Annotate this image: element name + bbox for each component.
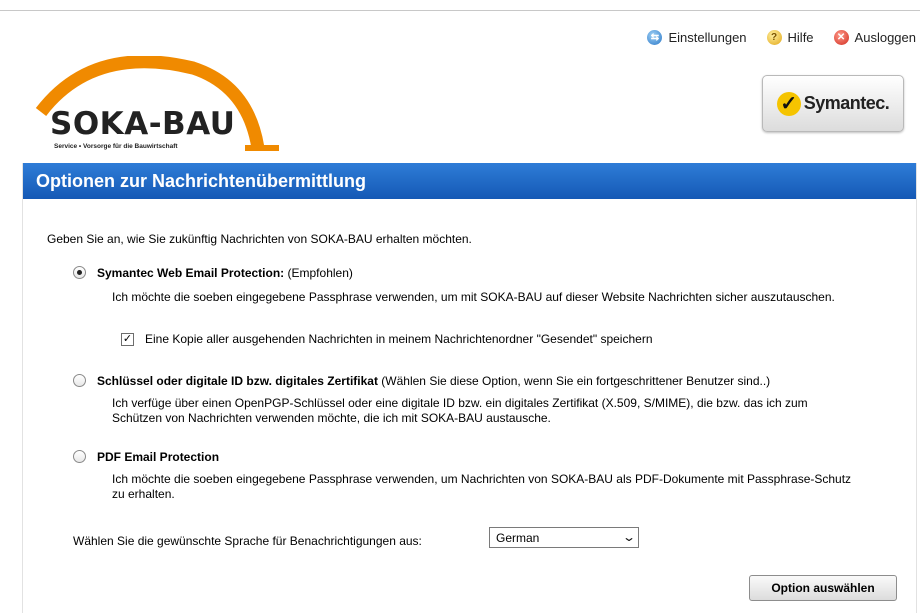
option-description: Ich möchte die soeben eingegebene Passph… — [112, 290, 835, 304]
option-description: Ich möchte die soeben eingegebene Passph… — [112, 472, 852, 501]
option-title: Symantec Web Email Protection: — [97, 266, 285, 280]
language-label: Wählen Sie die gewünschte Sprache für Be… — [73, 534, 422, 548]
option-title: PDF Email Protection — [97, 450, 220, 464]
radio-pdf[interactable] — [73, 450, 86, 463]
logo-tagline: Service • Vorsorge für die Bauwirtschaft — [54, 143, 178, 150]
logout-link[interactable]: ✕ Ausloggen — [833, 30, 916, 45]
soka-bau-logo: SOKA-BAU Service • Vorsorge für die Bauw… — [33, 56, 311, 152]
option-title: Schlüssel oder digitale ID bzw. digitale… — [97, 374, 378, 388]
help-label: Hilfe — [787, 30, 814, 45]
language-value: German — [496, 530, 540, 545]
panel-title: Optionen zur Nachrichtenübermittlung — [23, 163, 916, 199]
symantec-name: Symantec. — [803, 93, 890, 113]
intro-text: Geben Sie an, wie Sie zukünftig Nachrich… — [47, 232, 472, 246]
chevron-down-icon: ⌄ — [621, 530, 637, 544]
radio-web-email[interactable] — [73, 266, 86, 279]
settings-icon: ⇆ — [647, 30, 663, 45]
radio-certificate[interactable] — [73, 374, 86, 387]
settings-label: Einstellungen — [668, 30, 747, 45]
option-label: Symantec Web Email Protection: (Empfohle… — [97, 266, 353, 280]
option-label: Schlüssel oder digitale ID bzw. digitale… — [97, 374, 770, 388]
logo-name: SOKA-BAU — [50, 106, 236, 142]
option-description: Ich verfüge über einen OpenPGP-Schlüssel… — [112, 396, 808, 425]
copy-sent-label: Eine Kopie aller ausgehenden Nachrichten… — [145, 332, 653, 346]
option-label: PDF Email Protection — [97, 450, 219, 464]
help-link[interactable]: ? Hilfe — [766, 30, 814, 45]
help-icon: ? — [766, 30, 782, 45]
checkmark-icon: ✓ — [776, 91, 801, 116]
language-select[interactable]: German ⌄ — [489, 527, 639, 548]
copy-sent-checkbox[interactable]: ✓ — [121, 333, 134, 346]
option-note: (Wählen Sie diese Option, wenn Sie ein f… — [381, 374, 771, 388]
settings-link[interactable]: ⇆ Einstellungen — [647, 30, 747, 45]
logout-label: Ausloggen — [854, 30, 916, 45]
top-divider — [0, 10, 920, 11]
option-note: (Empfohlen) — [287, 266, 353, 280]
options-panel: Optionen zur Nachrichtenübermittlung Geb… — [22, 163, 917, 613]
logout-icon: ✕ — [833, 30, 849, 45]
top-navigation: ⇆ Einstellungen ? Hilfe ✕ Ausloggen — [627, 30, 916, 45]
symantec-badge: ✓ Symantec. — [762, 75, 904, 132]
select-option-button[interactable]: Option auswählen — [749, 575, 897, 601]
